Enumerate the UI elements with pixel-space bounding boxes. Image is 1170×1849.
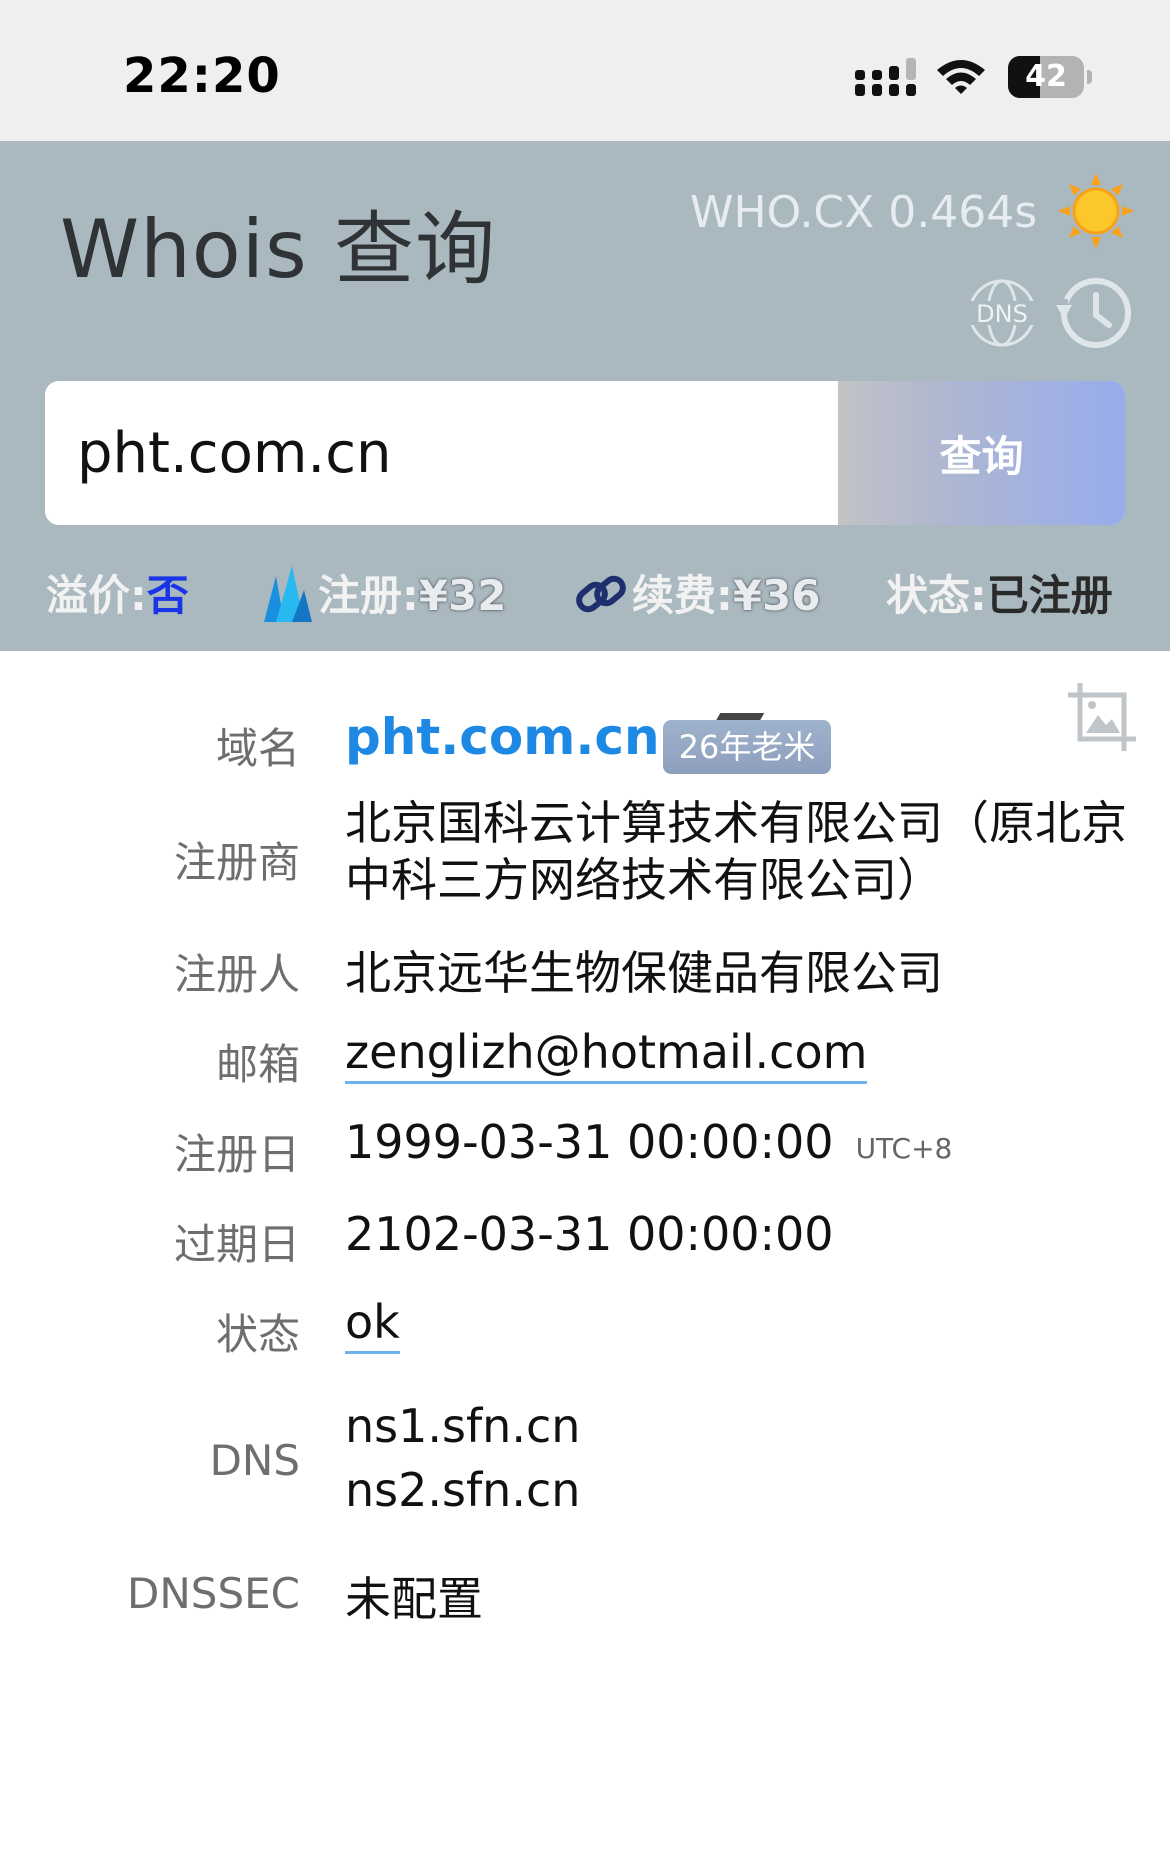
email-link[interactable]: zenglizh@hotmail.com — [345, 1025, 868, 1084]
renew-price-label: 续费: — [632, 571, 733, 620]
renewal-price[interactable]: 续费:¥36 — [574, 561, 820, 631]
whois-details: 域名 pht.com.cn 26年老米 注册商 北京国科云计算技术有限公司（原北… — [0, 651, 1170, 1849]
domain-value[interactable]: pht.com.cn — [345, 708, 660, 766]
status-bar: 22:20 42 — [0, 0, 1170, 141]
chain-link-icon — [576, 575, 626, 612]
registrant-label: 注册人 — [173, 950, 300, 999]
domain-age-badge: 26年老米 — [663, 720, 831, 774]
premium-label: 溢价: — [46, 571, 147, 620]
created-date: 1999-03-31 00:00:00 — [345, 1115, 834, 1169]
dns-label: DNS — [209, 1436, 300, 1485]
app-header: Whois 查询 WHO.CX 0.464s DNS 查询 溢价:否 — [0, 141, 1170, 651]
screenshot-icon[interactable] — [1066, 681, 1138, 753]
registrar-label: 注册商 — [173, 838, 300, 887]
expires-label: 过期日 — [173, 1220, 300, 1269]
status-link[interactable]: ok — [345, 1295, 400, 1354]
registration-status: 状态:已注册 — [886, 561, 1113, 631]
email-label: 邮箱 — [215, 1040, 300, 1089]
battery-icon: 42 — [1008, 56, 1092, 98]
history-icon[interactable] — [1054, 275, 1134, 351]
provider-timing[interactable]: WHO.CX 0.464s — [690, 187, 1037, 238]
dns-server-1: ns1.sfn.cn — [345, 1399, 581, 1453]
svg-text:DNS: DNS — [976, 300, 1028, 328]
price-info-row: 溢价:否 注册:¥32 续费:¥36 状态:已注册 — [0, 561, 1170, 631]
status-time: 22:20 — [123, 48, 281, 104]
page-title: Whois 查询 — [60, 203, 497, 296]
renew-price-value: ¥36 — [732, 571, 821, 620]
dnssec-value: 未配置 — [345, 1572, 483, 1626]
premium-value: 否 — [146, 571, 189, 620]
registration-price[interactable]: 注册:¥32 — [262, 561, 506, 631]
premium-info: 溢价:否 — [46, 561, 189, 631]
registrar-logo-icon — [264, 565, 312, 622]
status-row-label: 状态 — [215, 1310, 300, 1359]
sun-icon[interactable] — [1058, 173, 1134, 249]
registrant-value: 北京远华生物保健品有限公司 — [345, 946, 943, 1000]
wifi-icon — [937, 60, 985, 94]
dns-icon[interactable]: DNS — [966, 277, 1038, 349]
expires-value: 2102-03-31 00:00:00 — [345, 1207, 834, 1261]
status-label: 状态: — [886, 571, 987, 620]
dnssec-label: DNSSEC — [127, 1569, 300, 1618]
timezone-label: UTC+8 — [855, 1132, 953, 1165]
domain-label: 域名 — [215, 724, 300, 773]
created-label: 注册日 — [173, 1130, 300, 1179]
reg-price-label: 注册: — [318, 571, 419, 620]
status-row-value[interactable]: ok — [345, 1295, 400, 1354]
reg-price-value: ¥32 — [418, 571, 507, 620]
signal-icon — [855, 58, 916, 96]
search-bar: 查询 — [45, 381, 1125, 525]
created-value: 1999-03-31 00:00:00 UTC+8 — [345, 1115, 952, 1169]
domain-search-input[interactable] — [45, 381, 838, 525]
registrar-value: 北京国科云计算技术有限公司（原北京中科三方网络技术有限公司） — [345, 796, 1127, 907]
status-value: 已注册 — [986, 571, 1113, 620]
search-button[interactable]: 查询 — [838, 381, 1125, 525]
battery-percent: 42 — [1025, 59, 1067, 94]
email-value[interactable]: zenglizh@hotmail.com — [345, 1025, 868, 1084]
dns-server-2: ns2.sfn.cn — [345, 1463, 581, 1517]
